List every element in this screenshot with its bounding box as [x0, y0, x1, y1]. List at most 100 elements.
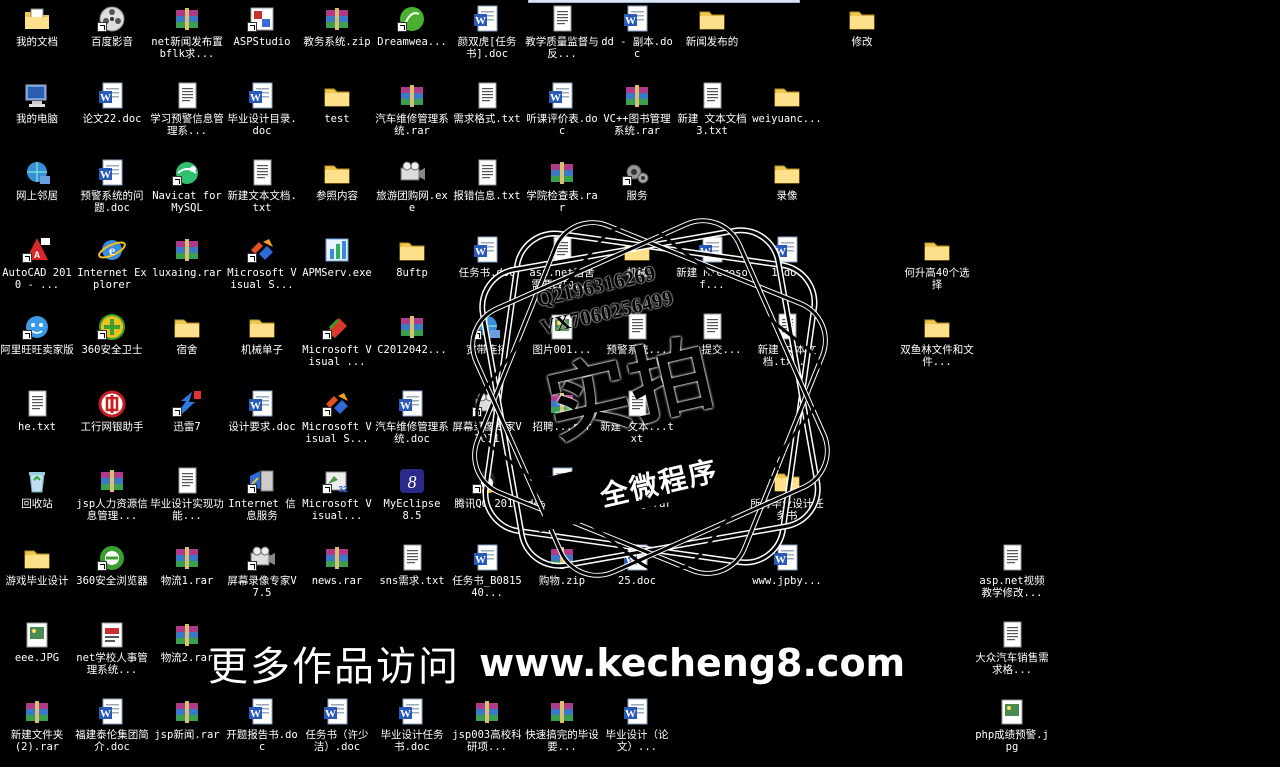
desktop-icon[interactable]: W 毕业设计目录.doc — [225, 79, 299, 151]
desktop-icon[interactable]: Microsoft Visual S... — [225, 233, 299, 305]
desktop-icon[interactable]: 宽带连接 — [450, 310, 524, 382]
desktop-icon[interactable]: 修改 — [825, 2, 899, 74]
desktop-icon[interactable]: 屏幕录像专家V2011 — [450, 387, 524, 459]
desktop-icon[interactable]: W 任务书.doc — [450, 233, 524, 305]
desktop-icon[interactable]: 8uftp — [375, 233, 449, 305]
desktop-icon[interactable]: Internet 信息服务 — [225, 464, 299, 536]
desktop-icon[interactable]: W 颜双虎[任务书].doc — [450, 2, 524, 74]
desktop-icon[interactable]: test — [300, 79, 374, 151]
desktop-icon[interactable]: weiyuanc... — [750, 79, 824, 151]
desktop-icon[interactable]: W 毕业设计（论文）... — [600, 695, 674, 767]
desktop-icon[interactable]: jsp新闻.rar — [150, 695, 224, 767]
desktop-icon[interactable]: 百度影音 — [75, 2, 149, 74]
desktop-icon[interactable]: W 任务书（许少洁）.doc — [300, 695, 374, 767]
desktop-icon[interactable]: W 开题报告书.doc — [225, 695, 299, 767]
desktop-icon[interactable]: sns需求.txt — [375, 541, 449, 613]
desktop-icon[interactable]: jsp003高校科研项... — [450, 695, 524, 767]
desktop-icon[interactable]: W 听课评价表.doc — [525, 79, 599, 151]
desktop-icon[interactable]: 32 Microsoft Visual... — [300, 464, 374, 536]
desktop-icon[interactable]: 360安全浏览器 — [75, 541, 149, 613]
desktop-icon[interactable]: W 论文22.doc — [75, 79, 149, 151]
desktop-icon[interactable]: Dreamwea... — [375, 2, 449, 74]
desktop-icon[interactable]: W 毕业设计任务书.doc — [375, 695, 449, 767]
desktop-icon[interactable]: e Internet Explorer — [75, 233, 149, 305]
desktop-icon[interactable]: 报错信息.txt — [450, 156, 524, 228]
desktop-icon[interactable]: 物流2.rar — [150, 618, 224, 690]
desktop-icon[interactable]: 学院检查表.rar — [525, 156, 599, 228]
desktop-icon[interactable]: ...提交... — [675, 310, 749, 382]
desktop-icon[interactable]: 旅游团购网.exe — [375, 156, 449, 228]
desktop-icon[interactable]: W 任务书_B081540... — [450, 541, 524, 613]
desktop-icon[interactable]: 回收站 — [0, 464, 74, 536]
desktop-icon[interactable]: W 25.doc — [600, 541, 674, 613]
desktop-icon[interactable]: 新建文本文档.txt — [225, 156, 299, 228]
desktop-icon[interactable]: 屏幕录像专家V7.5 — [225, 541, 299, 613]
desktop-icon[interactable]: 学习预警信息管理系... — [150, 79, 224, 151]
desktop-icon[interactable]: W 预警系统的问题.doc — [75, 156, 149, 228]
desktop-icon[interactable]: 宿舍 — [150, 310, 224, 382]
desktop-icon[interactable]: W 汽车维修管理系统.doc — [375, 387, 449, 459]
desktop-icon[interactable]: 迅雷7 — [150, 387, 224, 459]
desktop-icon[interactable]: 何升高40个选择 — [900, 233, 974, 305]
desktop-icon[interactable]: 毕业设计实现功能... — [150, 464, 224, 536]
desktop-icon[interactable]: 教务系统.zip — [300, 2, 374, 74]
desktop-icon[interactable]: net新闻发布置bflk求... — [150, 2, 224, 74]
desktop-icon[interactable]: Microsoft Visual ... — [300, 310, 374, 382]
desktop-icon[interactable]: 我的文档 — [0, 2, 74, 74]
desktop-icon[interactable]: 新闻发布的 — [675, 2, 749, 74]
desktop-icon[interactable]: Microsoft Visual S... — [300, 387, 374, 459]
desktop-icon[interactable]: asp.net视频教学修改... — [975, 541, 1049, 613]
desktop-icon[interactable]: Wdean...2... — [525, 464, 599, 536]
desktop-icon[interactable]: net学校人事管理系统... — [75, 618, 149, 690]
desktop-icon[interactable]: 快速搞完的毕设要... — [525, 695, 599, 767]
desktop-icon[interactable]: 预警系统... — [600, 310, 674, 382]
desktop-icon[interactable]: 新建文件夹(2).rar — [0, 695, 74, 767]
desktop-icon[interactable]: 图片001... — [525, 310, 599, 382]
desktop-icon[interactable]: 汽车维修管理系统.rar — [375, 79, 449, 151]
desktop-icon[interactable]: Wwww.jpby... — [750, 541, 824, 613]
desktop-icon[interactable]: 所有毕业设计任务书 — [750, 464, 824, 536]
desktop-icon[interactable]: eee.JPG — [0, 618, 74, 690]
desktop-icon[interactable]: 参照内容 — [300, 156, 374, 228]
desktop-icon[interactable]: he.txt — [0, 387, 74, 459]
desktop-icon[interactable]: APMServ.exe — [300, 233, 374, 305]
desktop-icon[interactable]: 新建 文本文档.tx... — [750, 310, 824, 382]
desktop-icon[interactable]: VC++图书管理系统.rar — [600, 79, 674, 151]
desktop-icon[interactable]: ASPStudio — [225, 2, 299, 74]
desktop-icon[interactable]: 工行网银助手 — [75, 387, 149, 459]
desktop-icon[interactable]: 物流1.rar — [150, 541, 224, 613]
desktop-icon[interactable]: 腾讯QQ 2010 — [450, 464, 524, 536]
desktop-icon[interactable]: asp.net宿舍需要改的... — [525, 233, 599, 305]
desktop-icon[interactable]: php成绩预警.jpg — [975, 695, 1049, 767]
desktop-icon[interactable]: A AutoCAD 2010 - ... — [0, 233, 74, 305]
desktop-icon[interactable]: W 设计要求.doc — [225, 387, 299, 459]
desktop-icon[interactable]: 新建 文本文档3.txt — [675, 79, 749, 151]
desktop-icon[interactable]: 新建 文本...txt — [600, 387, 674, 459]
desktop-icon[interactable]: jsp人力资源信息管理... — [75, 464, 149, 536]
desktop-icon[interactable]: 教学质量监督与反... — [525, 2, 599, 74]
desktop-icon[interactable]: 8 MyEclipse 8.5 — [375, 464, 449, 536]
desktop-icon[interactable]: W 福建泰伦集团简介.doc — [75, 695, 149, 767]
desktop-icon[interactable]: C2012042... — [375, 310, 449, 382]
desktop-icon[interactable]: 游戏毕业设计 — [0, 541, 74, 613]
desktop-icon[interactable]: 购物.zip — [525, 541, 599, 613]
desktop-icon[interactable]: 网上邻居 — [0, 156, 74, 228]
desktop-icon[interactable]: 我的电脑 — [0, 79, 74, 151]
desktop-icon[interactable]: luxiang.rar — [600, 464, 674, 536]
desktop-icon[interactable]: 360安全卫士 — [75, 310, 149, 382]
desktop-icon[interactable]: 服务 — [600, 156, 674, 228]
desktop-icon[interactable]: 大众汽车销售需求格... — [975, 618, 1049, 690]
desktop-icon[interactable]: 录像 — [750, 156, 824, 228]
desktop-icon[interactable]: W 1.doc — [750, 233, 824, 305]
desktop-icon[interactable]: 机械单子 — [225, 310, 299, 382]
desktop-icon[interactable]: Wdd - 副本.doc — [600, 2, 674, 74]
desktop-icon[interactable]: luxaing.rar — [150, 233, 224, 305]
desktop-icon[interactable]: 阿里旺旺卖家版 — [0, 310, 74, 382]
desktop-icon[interactable]: 机械 — [600, 233, 674, 305]
desktop-icon[interactable]: Navicat for MySQL — [150, 156, 224, 228]
desktop[interactable]: 我的文档 百度影音 net新闻发布置bflk求... ASPStudio 教务系统.zi… — [0, 0, 1280, 760]
desktop-icon[interactable]: W 新建 Microsof... — [675, 233, 749, 305]
desktop-icon[interactable]: news.rar — [300, 541, 374, 613]
desktop-icon[interactable]: 需求格式.txt — [450, 79, 524, 151]
desktop-icon[interactable]: 招聘...rar — [525, 387, 599, 459]
